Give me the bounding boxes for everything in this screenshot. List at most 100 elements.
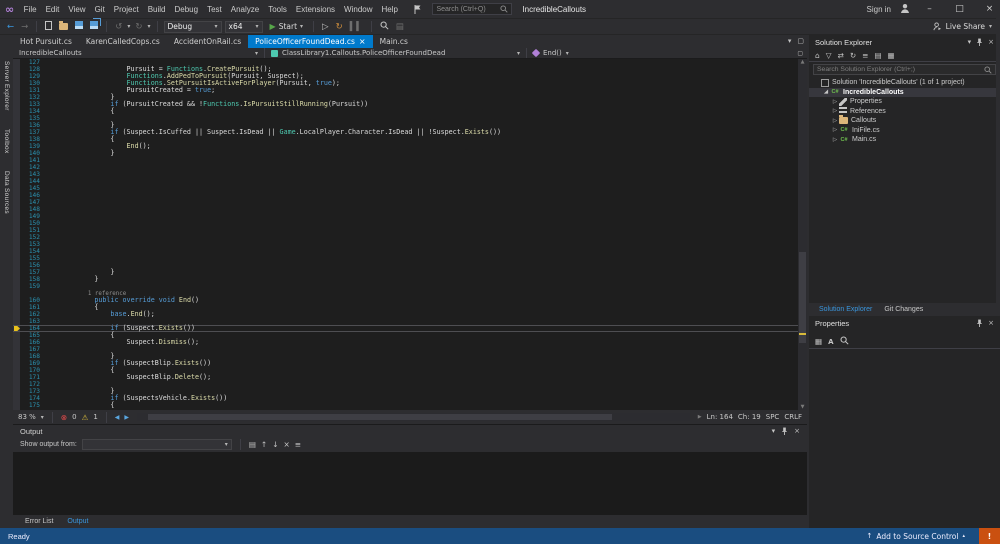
tab-main-cs[interactable]: Main.cs (373, 35, 415, 48)
solution-explorer-search-box[interactable]: Search Solution Explorer (Ctrl+;) (813, 64, 996, 75)
line-number[interactable]: 158 (13, 276, 46, 283)
code-line[interactable]: 137 if (Suspect.IsCuffed || Suspect.IsDe… (13, 129, 798, 136)
expander-icon[interactable]: ▷ (831, 108, 839, 114)
code-line[interactable]: 134 { (13, 108, 798, 115)
warning-count-icon[interactable]: ⚠ (82, 413, 89, 422)
menu-window[interactable]: Window (340, 5, 377, 14)
line-number[interactable]: 150 (13, 220, 46, 227)
editor-horizontal-scrollbar[interactable] (137, 413, 690, 421)
show-all-files-icon[interactable]: ≡ (862, 51, 868, 60)
tree-item-properties[interactable]: ▷Properties (809, 97, 1000, 107)
scroll-down-icon[interactable]: ▼ (798, 404, 807, 410)
line-number[interactable]: 133 (13, 101, 46, 108)
code-line[interactable]: 152 (13, 234, 798, 241)
solution-explorer-header[interactable]: Solution Explorer ▾ × (809, 35, 1000, 49)
code-line[interactable]: 144 (13, 178, 798, 185)
code-line[interactable]: 146 (13, 192, 798, 199)
expander-icon[interactable]: ▷ (831, 137, 839, 143)
filter-icon[interactable]: ▽ (826, 51, 832, 60)
line-number[interactable]: 160 (13, 297, 46, 304)
line-number[interactable]: 142 (13, 164, 46, 171)
code-line[interactable]: 141 (13, 157, 798, 164)
menu-test[interactable]: Test (203, 5, 227, 14)
line-number[interactable]: 149 (13, 213, 46, 220)
navigate-forward-icon[interactable]: → (19, 22, 30, 32)
active-files-dropdown-icon[interactable]: ▾ (788, 37, 792, 45)
properties-header[interactable]: Properties × (809, 316, 1000, 330)
code-line[interactable]: 164 if (Suspect.Exists()) (13, 325, 798, 332)
expander-icon[interactable]: ▷ (831, 118, 839, 124)
line-number[interactable]: 163 (13, 318, 46, 325)
code-line[interactable]: 156 (13, 262, 798, 269)
navigate-backward-icon[interactable]: ◀ (115, 414, 120, 421)
panel-tab-git-changes[interactable]: Git Changes (878, 306, 929, 313)
line-number[interactable]: 171 (13, 374, 46, 381)
line-number[interactable]: 127 (13, 59, 46, 66)
new-file-icon[interactable] (43, 21, 54, 33)
navigate-backward-icon[interactable]: ← (5, 22, 16, 32)
open-file-icon[interactable] (57, 21, 70, 33)
find-in-files-icon[interactable] (378, 21, 391, 33)
line-number[interactable]: 145 (13, 185, 46, 192)
line-number[interactable]: 140 (13, 150, 46, 157)
tab-karencalledcops-cs[interactable]: KarenCalledCops.cs (79, 35, 167, 48)
menu-git[interactable]: Git (90, 5, 109, 14)
code-line[interactable]: 167 (13, 346, 798, 353)
panel-tab-error-list[interactable]: Error List (19, 518, 59, 525)
code-line[interactable]: 153 (13, 241, 798, 248)
collapse-all-icon[interactable]: ▤ (874, 51, 881, 60)
pin-icon[interactable] (976, 38, 983, 47)
scrollbar-thumb[interactable] (799, 252, 806, 343)
save-icon[interactable] (73, 21, 85, 32)
menu-file[interactable]: File (19, 5, 41, 14)
code-line[interactable]: 131 PursuitCreated = true; (13, 87, 798, 94)
tab-policeofficerfounddead-cs[interactable]: PoliceOfficerFoundDead.cs× (248, 35, 373, 48)
spaces-indicator[interactable]: SPC (766, 413, 780, 421)
code-line[interactable]: 174 if (SuspectsVehicle.Exists()) (13, 395, 798, 402)
solution-platform-dropdown[interactable]: x64 ▾ (225, 21, 263, 33)
line-number[interactable]: 168 (13, 353, 46, 360)
menu-debug[interactable]: Debug (170, 5, 203, 14)
line-number[interactable]: 152 (13, 234, 46, 241)
line-number[interactable]: 166 (13, 339, 46, 346)
line-number[interactable]: 170 (13, 367, 46, 374)
zoom-level-dropdown[interactable]: 83 % (18, 413, 36, 421)
line-number[interactable]: 173 (13, 388, 46, 395)
scroll-right-icon[interactable]: ▶ (698, 414, 702, 420)
line-number[interactable]: 147 (13, 199, 46, 206)
expander-icon[interactable]: ▷ (831, 127, 839, 133)
scroll-up-icon[interactable]: ▲ (798, 59, 807, 65)
code-line[interactable]: 171 SuspectBlip.Delete(); (13, 374, 798, 381)
menu-extensions[interactable]: Extensions (291, 5, 339, 14)
close-icon[interactable]: × (988, 38, 994, 46)
side-tab-data-sources[interactable]: Data Sources (3, 171, 10, 214)
property-pages-icon[interactable] (840, 336, 849, 347)
line-number[interactable]: 153 (13, 241, 46, 248)
line-number[interactable]: 151 (13, 227, 46, 234)
close-icon[interactable]: × (794, 427, 800, 435)
code-line[interactable]: 158 } (13, 276, 798, 283)
warning-count[interactable]: 1 (93, 413, 97, 421)
code-line[interactable]: 159 (13, 283, 798, 290)
breadcrumb-type-dropdown[interactable]: ClassLibrary1.Callouts.PoliceOfficerFoun… (265, 48, 527, 58)
split-editor-icon[interactable]: ▢ (797, 50, 803, 57)
editor-vertical-scrollbar[interactable]: ▲ ▼ (798, 59, 807, 410)
column-indicator[interactable]: Ch: 19 (738, 413, 761, 421)
menu-help[interactable]: Help (377, 5, 402, 14)
code-line[interactable]: 140 } (13, 150, 798, 157)
line-number[interactable]: 141 (13, 157, 46, 164)
error-count-icon[interactable]: ⊗ (61, 413, 67, 422)
line-number[interactable]: 165 (13, 332, 46, 339)
line-number[interactable] (13, 290, 46, 297)
maximize-button[interactable]: □ (949, 4, 970, 14)
code-line[interactable]: 166 Suspect.Dismiss(); (13, 339, 798, 346)
minimize-button[interactable]: – (919, 4, 940, 14)
code-area[interactable]: 127128 Pursuit = Functions.CreatePursuit… (13, 59, 798, 410)
line-number[interactable]: 139 (13, 143, 46, 150)
line-number[interactable]: 172 (13, 381, 46, 388)
redo-dropdown-icon[interactable]: ▾ (148, 23, 151, 30)
code-line[interactable]: 151 (13, 227, 798, 234)
tree-item-references[interactable]: ▷References (809, 107, 1000, 117)
line-number[interactable]: 128 (13, 66, 46, 73)
user-avatar-icon[interactable] (900, 3, 910, 15)
